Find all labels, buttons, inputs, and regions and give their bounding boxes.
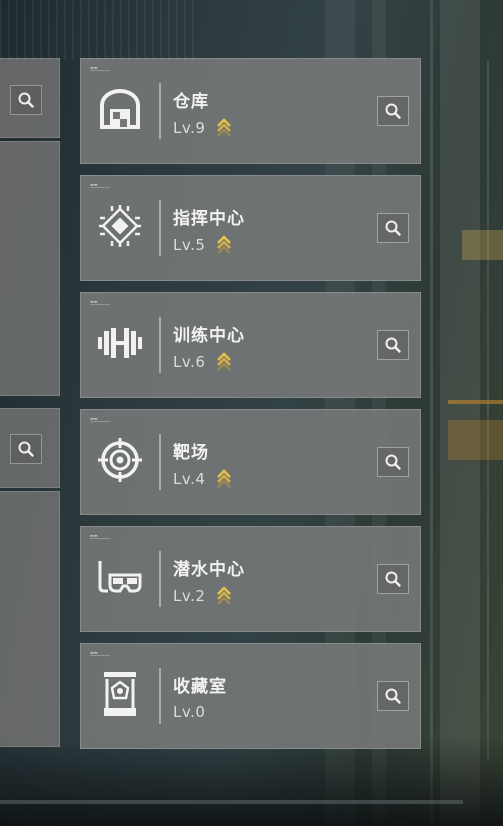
- facility-name: 靶场: [173, 443, 209, 463]
- display-case-icon: [95, 669, 145, 719]
- card-tag-line: [90, 538, 110, 539]
- bg-shutter: [0, 0, 200, 60]
- magnifier-icon: [385, 688, 401, 704]
- card-divider: [159, 200, 161, 256]
- target-icon: [95, 435, 145, 485]
- upgrade-chevron-icon: [217, 469, 232, 488]
- dumbbell-icon: [95, 318, 145, 368]
- bg-cable: [487, 60, 489, 760]
- card-divider: [159, 434, 161, 490]
- warehouse-icon: [95, 84, 145, 134]
- bg-railing: [448, 400, 503, 404]
- left-panel[interactable]: [0, 58, 60, 138]
- facility-name: 潜水中心: [173, 560, 245, 580]
- facility-name: 收藏室: [173, 677, 227, 697]
- facility-card-command-center[interactable]: ▬▬ 指挥中心 Lv.5: [80, 175, 421, 281]
- facility-level: Lv.6: [173, 353, 206, 371]
- level-row: Lv.5: [173, 235, 232, 255]
- bg-floor-shadow: [0, 736, 503, 826]
- level-row: Lv.9: [173, 118, 232, 138]
- facility-level: Lv.5: [173, 236, 206, 254]
- card-divider: [159, 83, 161, 139]
- magnifier-icon: [385, 337, 401, 353]
- level-row: Lv.6: [173, 352, 232, 372]
- card-tag-line: [90, 304, 110, 305]
- level-row: Lv.4: [173, 469, 232, 489]
- bg-platform: [462, 230, 503, 260]
- magnifier-icon: [385, 454, 401, 470]
- card-tag-line: [90, 187, 110, 188]
- facility-level: Lv.0: [173, 703, 206, 721]
- magnifier-icon: [18, 441, 34, 457]
- bg-cable: [430, 0, 433, 826]
- search-button[interactable]: [377, 213, 409, 243]
- card-divider: [159, 668, 161, 724]
- search-button[interactable]: [10, 85, 42, 115]
- diving-mask-icon: [95, 552, 145, 602]
- upgrade-chevron-icon: [217, 586, 232, 605]
- bg-platform: [448, 420, 503, 460]
- card-tag-line: [90, 655, 110, 656]
- facility-card-collection-room[interactable]: ▬▬ 收藏室 Lv.0: [80, 643, 421, 749]
- level-row: Lv.2: [173, 586, 232, 606]
- magnifier-icon: [385, 220, 401, 236]
- facility-card-training-center[interactable]: ▬▬ 训练中心 Lv.6: [80, 292, 421, 398]
- facility-card-diving-center[interactable]: ▬▬ 潜水中心 Lv.2: [80, 526, 421, 632]
- facility-level: Lv.4: [173, 470, 206, 488]
- upgrade-chevron-icon: [217, 118, 232, 137]
- search-button[interactable]: [377, 447, 409, 477]
- left-panel[interactable]: [0, 408, 60, 488]
- bg-rail: [0, 800, 463, 804]
- left-panel[interactable]: [0, 141, 60, 396]
- magnifier-icon: [385, 103, 401, 119]
- card-divider: [159, 317, 161, 373]
- search-button[interactable]: [377, 330, 409, 360]
- facility-name: 仓库: [173, 92, 209, 112]
- command-chip-icon: [95, 201, 145, 251]
- search-button[interactable]: [377, 564, 409, 594]
- search-button[interactable]: [377, 681, 409, 711]
- facility-card-shooting-range[interactable]: ▬▬ 靶场 Lv.4: [80, 409, 421, 515]
- search-button[interactable]: [10, 434, 42, 464]
- card-divider: [159, 551, 161, 607]
- facility-name: 指挥中心: [173, 209, 245, 229]
- facility-name: 训练中心: [173, 326, 245, 346]
- card-tag-line: [90, 421, 110, 422]
- search-button[interactable]: [377, 96, 409, 126]
- level-row: Lv.0: [173, 703, 205, 721]
- magnifier-icon: [385, 571, 401, 587]
- bg-pillar: [440, 0, 480, 826]
- magnifier-icon: [18, 92, 34, 108]
- facility-level: Lv.9: [173, 119, 206, 137]
- left-panel[interactable]: [0, 491, 60, 747]
- facility-card-warehouse[interactable]: ▬▬ 仓库 Lv.9: [80, 58, 421, 164]
- upgrade-chevron-icon: [217, 352, 232, 371]
- upgrade-chevron-icon: [217, 235, 232, 254]
- card-tag-line: [90, 70, 110, 71]
- facility-level: Lv.2: [173, 587, 206, 605]
